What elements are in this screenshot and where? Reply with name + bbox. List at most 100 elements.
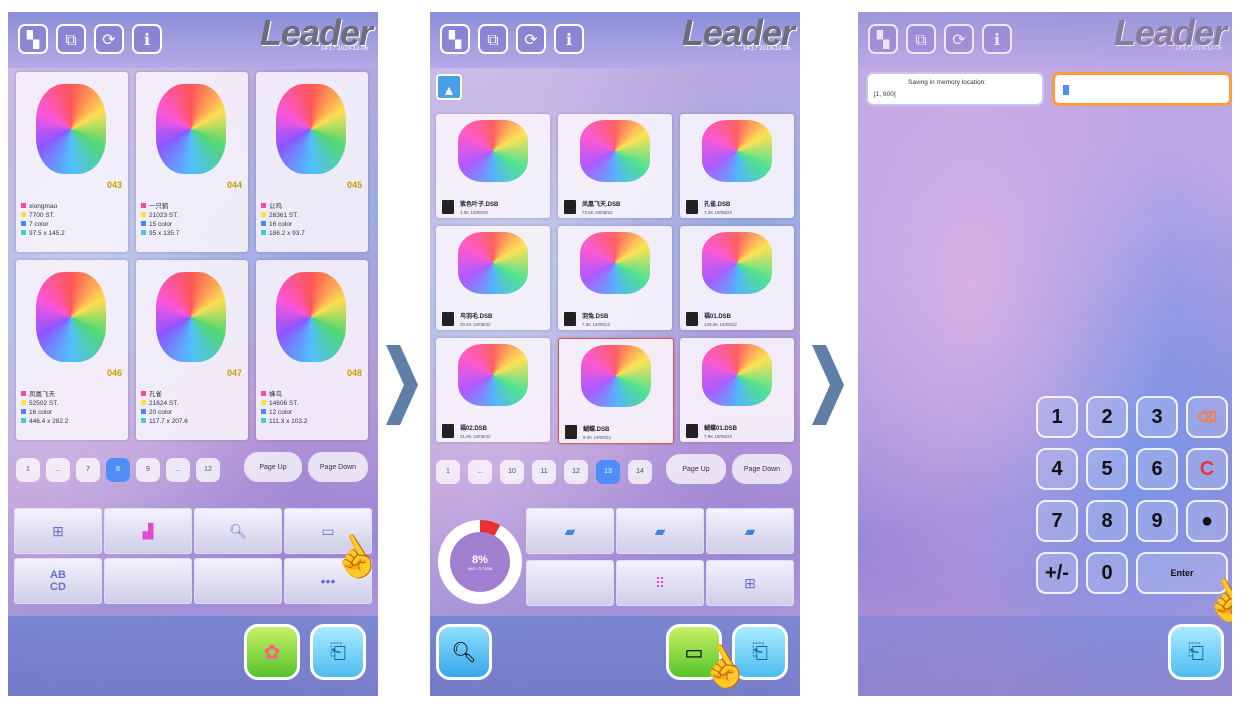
grid-tool-button[interactable]: ⊞ xyxy=(14,508,102,554)
puzzle-icon[interactable]: ▚ xyxy=(440,24,470,54)
select-all-button[interactable]: ⠿ xyxy=(616,560,704,606)
design-name: 公鸡 xyxy=(269,203,282,210)
file-card[interactable]: 福01.DSB 148.6K 19/08/22 xyxy=(680,226,794,330)
file-name: 羽兔.DSB xyxy=(582,314,609,320)
sign-key[interactable]: +/- xyxy=(1036,552,1078,594)
key-5[interactable]: 5 xyxy=(1086,448,1128,490)
file-card[interactable]: 蝴蝶01.DSB 7.9K 19/08/22 xyxy=(680,338,794,442)
file-meta: 73.5K 19/08/22 xyxy=(582,210,613,215)
copy-file-button[interactable]: ▰ xyxy=(616,508,704,554)
design-card[interactable]: 045 公鸡 26361 ST. 16 color 186.2 x 93.7 xyxy=(256,72,368,252)
page-button[interactable]: 8 xyxy=(106,458,130,482)
design-number: 048 xyxy=(346,368,362,378)
puzzle-icon[interactable]: ▚ xyxy=(18,24,48,54)
page-button[interactable]: 14 xyxy=(628,460,652,484)
design-colors: 16 color xyxy=(269,221,293,228)
key-7[interactable]: 7 xyxy=(1036,500,1078,542)
key-8[interactable]: 8 xyxy=(1086,500,1128,542)
memory-location-input[interactable] xyxy=(1052,72,1232,106)
design-name: 孔雀 xyxy=(149,391,162,398)
page-button[interactable]: 11 xyxy=(532,460,556,484)
back-button[interactable]: ⎗ xyxy=(310,624,366,680)
layout-button[interactable]: ⊞ xyxy=(706,560,794,606)
usb-icon[interactable]: ⧉ xyxy=(906,24,936,54)
page-up-button[interactable]: Page Up xyxy=(244,452,302,482)
file-meta: 4.0K 19/08/22 xyxy=(460,210,489,215)
file-card[interactable]: 福02.DSB 21.6K 19/08/22 xyxy=(436,338,550,442)
file-meta: 148.6K 19/08/22 xyxy=(704,322,738,327)
screen-usb-files: ▚ ⧉ ⟳ ℹ Leader 14:1? 2019-12-06 ▴ 紫色叶子.D… xyxy=(430,12,800,696)
file-card[interactable]: 凤凰飞天.DSB 73.5K 19/08/22 xyxy=(558,114,672,218)
sync-icon[interactable]: ⟳ xyxy=(94,24,124,54)
design-size: 446.4 x 282.2 xyxy=(29,418,69,425)
empty-tool-button-1[interactable] xyxy=(104,558,192,604)
design-info: xiongmao 7700 ST. 7 color 97.5 x 145.2 xyxy=(21,202,65,238)
file-card[interactable]: 紫色叶子.DSB 4.0K 19/08/22 xyxy=(436,114,550,218)
file-card[interactable]: 蝴蝶.DSB 9.0K 19/08/22 xyxy=(558,338,674,444)
page-button[interactable]: ... xyxy=(46,458,70,482)
page-button[interactable]: 7 xyxy=(76,458,100,482)
flower-design-button[interactable]: ✿ xyxy=(244,624,300,680)
design-size: 186.2 x 93.7 xyxy=(269,230,305,237)
folder-copy-icon: ▰ xyxy=(654,522,666,539)
page-up-button[interactable]: Page Up xyxy=(666,454,726,484)
key-3[interactable]: 3 xyxy=(1136,396,1178,438)
file-card[interactable]: 鸟羽毛.DSB 30.5K 19/08/22 xyxy=(436,226,550,330)
file-card[interactable]: 孔雀.DSB 7.2K 19/08/22 xyxy=(680,114,794,218)
info-icon[interactable]: ℹ xyxy=(554,24,584,54)
dot-key[interactable]: ● xyxy=(1186,500,1228,542)
design-thumbnail xyxy=(156,84,226,174)
file-card[interactable]: 羽兔.DSB 7.5K 19/08/22 xyxy=(558,226,672,330)
design-colors: 16 color xyxy=(29,409,53,416)
design-card[interactable]: 044 一只鹤 21023 ST. 15 color 95 x 135.7 xyxy=(136,72,248,252)
puzzle-icon[interactable]: ▚ xyxy=(868,24,898,54)
info-icon[interactable]: ℹ xyxy=(132,24,162,54)
usb-icon[interactable]: ⧉ xyxy=(478,24,508,54)
page-down-button[interactable]: Page Down xyxy=(732,454,792,484)
clear-key[interactable]: C xyxy=(1186,448,1228,490)
design-card[interactable]: 046 凤凰飞天 52502 ST. 16 color 446.4 x 282.… xyxy=(16,260,128,440)
design-card[interactable]: 043 xiongmao 7700 ST. 7 color 97.5 x 145… xyxy=(16,72,128,252)
chevron-right-icon xyxy=(812,345,844,425)
page-button[interactable]: 13 xyxy=(596,460,620,484)
file-name: 孔雀.DSB xyxy=(704,202,731,208)
key-2[interactable]: 2 xyxy=(1086,396,1128,438)
page-button[interactable]: 10 xyxy=(500,460,524,484)
screen-design-list: ▚ ⧉ ⟳ ℹ Leader 14:1? 2019-12-06 043 xion… xyxy=(8,12,378,696)
design-size: 97.5 x 145.2 xyxy=(29,230,65,237)
page-down-button[interactable]: Page Down xyxy=(308,452,368,482)
design-card[interactable]: 048 蜂鸟 14606 ST. 12 color 111.3 x 103.2 xyxy=(256,260,368,440)
key-0[interactable]: 0 xyxy=(1086,552,1128,594)
open-file-button[interactable]: ▰ xyxy=(706,508,794,554)
key-9[interactable]: 9 xyxy=(1136,500,1178,542)
page-button[interactable]: 12 xyxy=(564,460,588,484)
key-1[interactable]: 1 xyxy=(1036,396,1078,438)
page-button[interactable]: 9 xyxy=(136,458,160,482)
page-button[interactable]: 1 xyxy=(16,458,40,482)
backspace-key[interactable]: ⌫ xyxy=(1186,396,1228,438)
page-button[interactable]: ... xyxy=(468,460,492,484)
grid-icon: ⊞ xyxy=(744,574,756,591)
design-card[interactable]: 047 孔雀 21624 ST. 20 color 117.7 x 207.6 xyxy=(136,260,248,440)
sync-icon[interactable]: ⟳ xyxy=(516,24,546,54)
folder-up-icon[interactable]: ▴ xyxy=(436,74,462,100)
sync-icon[interactable]: ⟳ xyxy=(944,24,974,54)
info-icon[interactable]: ℹ xyxy=(982,24,1012,54)
page-button[interactable]: 1 xyxy=(436,460,460,484)
key-4[interactable]: 4 xyxy=(1036,448,1078,490)
key-6[interactable]: 6 xyxy=(1136,448,1178,490)
usb-icon[interactable]: ⧉ xyxy=(56,24,86,54)
search-icon: 🔍︎ xyxy=(451,641,477,664)
search-button[interactable]: 🔍︎ xyxy=(436,624,492,680)
stats-tool-button[interactable]: ▟ xyxy=(104,508,192,554)
search-tool-button[interactable]: 🔍︎ xyxy=(194,508,282,554)
page-button[interactable]: 12 xyxy=(196,458,220,482)
design-thumbnail xyxy=(36,272,106,362)
empty-tool-button-2[interactable] xyxy=(194,558,282,604)
font-tool-button[interactable]: AB CD xyxy=(14,558,102,604)
empty-tool-button[interactable] xyxy=(526,560,614,606)
file-meta: 9.0K 19/08/22 xyxy=(583,435,612,440)
delete-file-button[interactable]: ▰ xyxy=(526,508,614,554)
design-info: 公鸡 26361 ST. 16 color 186.2 x 93.7 xyxy=(261,202,305,238)
page-button[interactable]: ... xyxy=(166,458,190,482)
